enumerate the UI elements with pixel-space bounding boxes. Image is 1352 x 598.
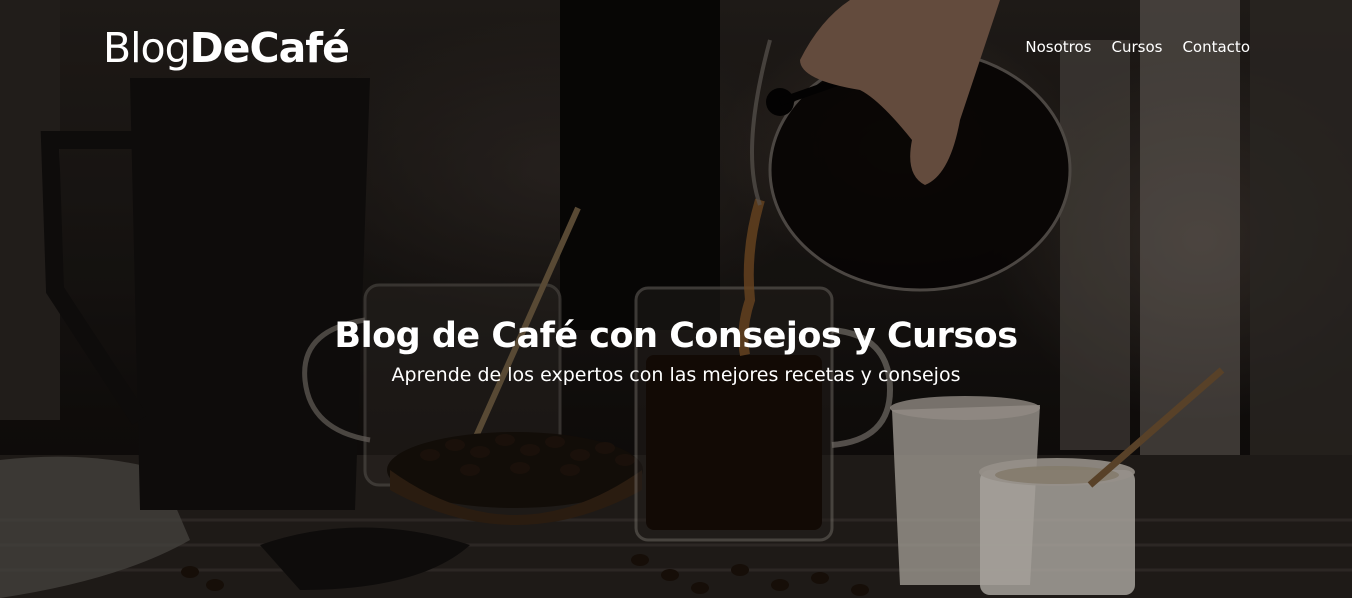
nav-link-contacto[interactable]: Contacto [1182,37,1250,57]
main-nav: Nosotros Cursos Contacto [1025,37,1250,57]
hero-text-block: Blog de Café con Consejos y Cursos Apren… [0,312,1352,388]
logo-light-text: Blog [103,24,191,72]
site-logo[interactable]: BlogDeCafé [103,24,350,73]
hero-title: Blog de Café con Consejos y Cursos [334,316,1018,356]
hero-subtitle: Aprende de los expertos con las mejores … [391,364,961,386]
hero-section: BlogDeCafé Nosotros Cursos Contacto Blog… [0,0,1352,598]
site-header: BlogDeCafé Nosotros Cursos Contacto [0,0,1352,100]
logo-bold-text: DeCafé [189,24,350,72]
nav-link-nosotros[interactable]: Nosotros [1025,37,1091,57]
nav-link-cursos[interactable]: Cursos [1111,37,1162,57]
